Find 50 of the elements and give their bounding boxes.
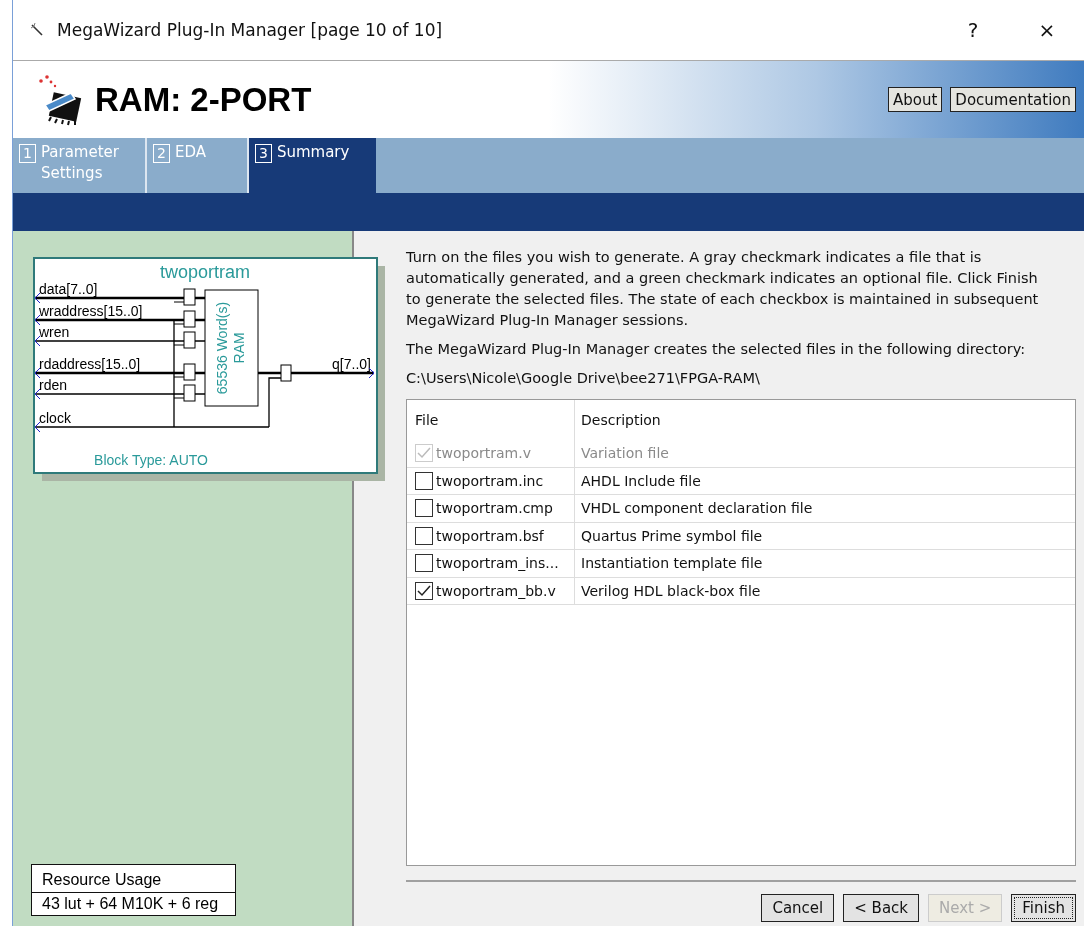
file-checkbox[interactable]: [415, 554, 433, 573]
wizard-button[interactable]: Finish: [1011, 894, 1076, 922]
resource-usage-value: 43 lut + 64 M10K + 6 reg: [41, 894, 220, 914]
tab-number: 2: [153, 144, 170, 163]
input-pin: rden: [34, 377, 206, 402]
window-title: MegaWizard Plug-In Manager [page 10 of 10]: [57, 20, 443, 40]
tab-number: 3: [255, 144, 272, 163]
file-name: twoportram.cmp: [436, 500, 553, 517]
file-name: twoportram_bb.v: [436, 582, 556, 599]
file-name: twoportram.inc: [436, 472, 544, 489]
directory-path: C:\Users\Nicole\Google Drive\bee271\FPGA-RAM\: [406, 369, 761, 388]
file-name: twoportram.v: [436, 445, 531, 462]
wizard-tab[interactable]: 3 Summary: [249, 138, 376, 193]
symbol-title: twoportram: [160, 262, 250, 282]
wand-icon: [29, 22, 45, 38]
wizard-button[interactable]: < Back: [843, 894, 919, 922]
close-button[interactable]: ×: [1010, 10, 1084, 50]
tab-label: EDA: [174, 142, 206, 163]
file-checkbox[interactable]: [415, 581, 433, 600]
directory-note: The MegaWizard Plug-In Manager creates the selected files in the following directory:: [406, 340, 1027, 359]
wizard-heading: RAM: 2-PORT: [95, 80, 312, 119]
file-description: Verilog HDL black-box file: [580, 582, 761, 599]
file-description: Quartus Prime symbol file: [580, 527, 763, 544]
tab-number: 1: [19, 144, 36, 163]
file-name: twoportram_ins...: [436, 555, 559, 572]
column-header: Description: [580, 412, 661, 428]
tab-label: Parameter Settings: [40, 142, 120, 184]
file-checkbox[interactable]: [415, 471, 433, 490]
instructions-text: Turn on the files you wish to generate. A gray checkmark indicates a file that is automatically generated, and a green checkmark indicates an optional file. Click Finish to generate the selected files. The state of each checkbox is maintained in subsequent MegaWizard Plug-In Manager sessions.: [406, 248, 1040, 330]
file-description: VHDL component declaration file: [580, 500, 813, 517]
column-header: File: [407, 400, 575, 440]
ram-block: 65536 Word(s) RAM: [204, 289, 259, 407]
file-description: Instantiation template file: [580, 555, 763, 572]
block-type-label: Block Type: AUTO: [94, 452, 208, 468]
file-checkbox[interactable]: [415, 499, 433, 518]
help-button[interactable]: ?: [936, 10, 1010, 50]
file-checkbox[interactable]: [415, 526, 433, 545]
file-description: Variation file: [580, 445, 669, 462]
wizard-button[interactable]: Cancel: [761, 894, 835, 922]
output-pin: q[7..0]: [258, 356, 375, 382]
resource-usage-title: Resource Usage: [32, 865, 235, 893]
header-button[interactable]: About: [888, 87, 943, 112]
file-name: twoportram.bsf: [436, 527, 544, 544]
input-pin: clock: [34, 410, 270, 433]
input-pin: wren: [34, 324, 206, 349]
input-pin: data[7..0]: [34, 281, 205, 306]
tab-label: Summary: [276, 142, 350, 163]
input-pin: wraddress[15..0]: [34, 303, 205, 328]
header-button[interactable]: Documentation: [950, 87, 1076, 112]
file-description: AHDL Include file: [580, 472, 701, 489]
